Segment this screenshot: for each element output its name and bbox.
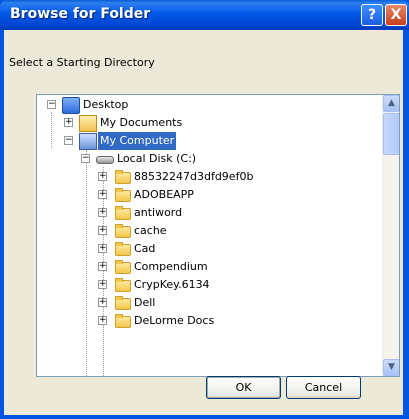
folder-icon (115, 224, 131, 238)
tree-item-folder[interactable]: + Compendium (37, 258, 367, 276)
tree-item-label: antiword (134, 206, 183, 219)
window-title: Browse for Folder (10, 6, 151, 22)
folder-tree[interactable]: − Desktop + My Documents − My Computer −… (36, 94, 400, 377)
folder-icon (115, 278, 131, 292)
tree-item-label: CrypKey.6134 (134, 278, 210, 291)
tree-item-label: Local Disk (C:) (117, 152, 197, 165)
tree-item-my-computer[interactable]: − My Computer (37, 132, 367, 150)
tree-item-folder[interactable]: + Cad (37, 240, 367, 258)
folder-icon (115, 206, 131, 220)
expand-icon[interactable]: + (98, 208, 107, 217)
expand-icon[interactable]: + (98, 298, 107, 307)
tree-item-folder[interactable]: + cache (37, 222, 367, 240)
tree-item-folder[interactable]: + CrypKey.6134 (37, 276, 367, 294)
ok-button[interactable]: OK (206, 376, 281, 399)
folder-icon (115, 188, 131, 202)
expand-icon[interactable]: + (98, 244, 107, 253)
hard-drive-icon (96, 156, 114, 164)
collapse-icon[interactable]: − (47, 100, 56, 109)
collapse-icon[interactable]: − (64, 136, 73, 145)
scrollbar-thumb[interactable] (383, 113, 399, 155)
expand-icon[interactable]: + (98, 172, 107, 181)
folder-icon (115, 296, 131, 310)
vertical-scrollbar[interactable]: ▲ ▼ (382, 95, 399, 376)
prompt-label: Select a Starting Directory (9, 56, 155, 69)
expand-icon[interactable]: + (98, 316, 107, 325)
help-button[interactable]: ? (361, 4, 383, 26)
expand-icon[interactable]: + (98, 262, 107, 271)
scroll-down-arrow-icon[interactable]: ▼ (383, 359, 399, 376)
expand-icon[interactable]: + (64, 118, 73, 127)
folder-icon (115, 314, 131, 328)
tree-item-local-disk[interactable]: − Local Disk (C:) (37, 150, 367, 168)
tree-item-label: cache (134, 224, 167, 237)
desktop-icon (62, 97, 80, 114)
folder-icon (115, 242, 131, 256)
browse-folder-dialog: Browse for Folder ? X Select a Starting … (0, 0, 409, 419)
expand-icon[interactable]: + (98, 226, 107, 235)
tree-item-label: DeLorme Docs (134, 314, 215, 327)
folder-icon (115, 260, 131, 274)
expand-icon[interactable]: + (98, 190, 107, 199)
tree-item-folder[interactable]: + 88532247d3dfd9ef0b (37, 168, 367, 186)
tree-item-folder[interactable]: + antiword (37, 204, 367, 222)
tree-item-label: Cad (134, 242, 156, 255)
tree-item-desktop[interactable]: − Desktop (37, 96, 367, 114)
tree-item-label: My Documents (100, 116, 183, 129)
tree-item-label: 88532247d3dfd9ef0b (134, 170, 254, 183)
title-bar[interactable]: Browse for Folder ? X (0, 0, 409, 30)
tree-item-label: My Computer (98, 132, 177, 150)
close-button[interactable]: X (385, 4, 407, 26)
tree-item-folder[interactable]: + ADOBEAPP (37, 186, 367, 204)
tree-item-my-documents[interactable]: + My Documents (37, 114, 367, 132)
dialog-body: Select a Starting Directory − Desktop + … (4, 30, 403, 415)
my-computer-icon (79, 133, 97, 150)
scroll-up-arrow-icon[interactable]: ▲ (383, 95, 399, 112)
tree-item-label: Compendium (134, 260, 208, 273)
expand-icon[interactable]: + (98, 280, 107, 289)
tree-item-label: ADOBEAPP (134, 188, 194, 201)
tree-item-folder[interactable]: + DeLorme Docs (37, 312, 367, 330)
cancel-button[interactable]: Cancel (286, 376, 361, 399)
folder-icon (115, 170, 131, 184)
tree-item-folder[interactable]: + Dell (37, 294, 367, 312)
collapse-icon[interactable]: − (81, 154, 90, 163)
tree-item-label: Dell (134, 296, 156, 309)
tree-item-label: Desktop (83, 98, 129, 111)
my-documents-icon (79, 115, 97, 132)
